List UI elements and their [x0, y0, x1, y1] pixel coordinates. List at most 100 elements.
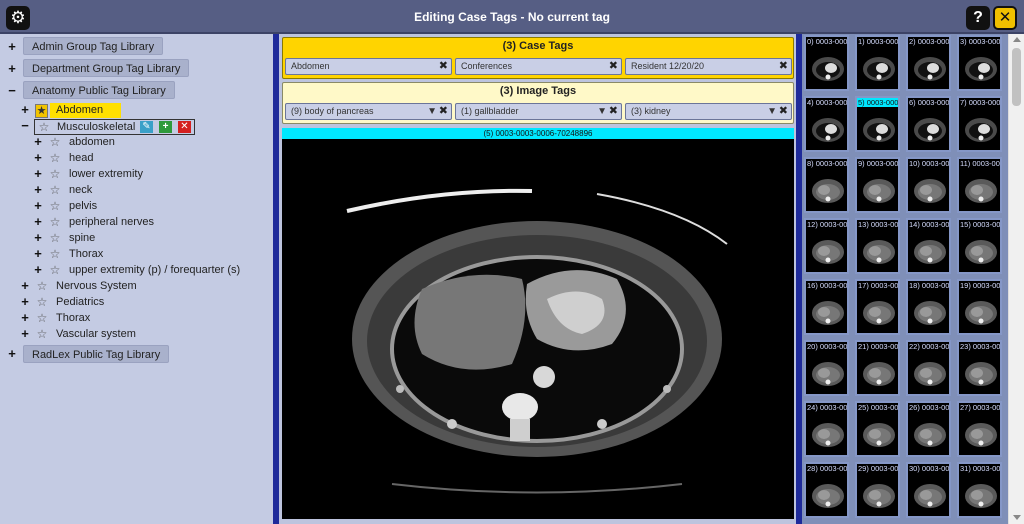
thumbnail[interactable]: 7) 0003-0003: [957, 96, 1002, 152]
expand-icon[interactable]: +: [33, 230, 43, 245]
expand-icon[interactable]: +: [20, 278, 30, 293]
expand-icon[interactable]: +: [33, 182, 43, 197]
expand-icon[interactable]: +: [33, 134, 43, 149]
remove-tag-icon[interactable]: ✖: [779, 59, 788, 74]
tree-item-label[interactable]: neck: [69, 182, 92, 198]
help-button[interactable]: ?: [966, 6, 990, 30]
star-icon[interactable]: ☆: [38, 119, 50, 135]
star-icon[interactable]: ☆: [49, 134, 61, 150]
case-tag-chip[interactable]: Abdomen ✖: [285, 58, 452, 75]
tree-item-label[interactable]: lower extremity: [69, 166, 143, 182]
delete-icon[interactable]: ✕: [178, 121, 191, 133]
thumbnail[interactable]: 6) 0003-0003: [906, 96, 951, 152]
remove-tag-icon[interactable]: ✖: [609, 104, 618, 119]
thumbnail[interactable]: 16) 0003-00: [804, 279, 849, 335]
thumbnail[interactable]: 29) 0003-00: [855, 462, 900, 518]
thumbnail[interactable]: 26) 0003-00: [906, 401, 951, 457]
star-icon[interactable]: ☆: [49, 166, 61, 182]
remove-tag-icon[interactable]: ✖: [439, 59, 448, 74]
image-tag-chip[interactable]: (3) kidney ▼ ✖: [625, 103, 792, 120]
thumbnail[interactable]: 13) 0003-00: [855, 218, 900, 274]
tree-item-label[interactable]: abdomen: [69, 134, 115, 150]
thumbnail[interactable]: 17) 0003-00: [855, 279, 900, 335]
star-icon[interactable]: ★: [35, 104, 48, 118]
tree-item-nervous-system[interactable]: Nervous System: [56, 278, 137, 294]
expand-icon[interactable]: +: [33, 214, 43, 229]
library-admin[interactable]: Admin Group Tag Library: [23, 37, 164, 55]
expand-icon[interactable]: +: [7, 61, 17, 76]
thumbnail[interactable]: 3) 0003-0003: [957, 35, 1002, 91]
star-icon[interactable]: ☆: [49, 198, 61, 214]
tree-item-abdomen[interactable]: Abdomen: [50, 103, 122, 118]
expand-icon[interactable]: +: [33, 246, 43, 261]
expand-icon[interactable]: +: [33, 150, 43, 165]
star-icon[interactable]: ☆: [36, 278, 48, 294]
library-department[interactable]: Department Group Tag Library: [23, 59, 190, 77]
expand-icon[interactable]: +: [33, 166, 43, 181]
tree-item-vascular-system[interactable]: Vascular system: [56, 326, 136, 342]
tree-item-label[interactable]: pelvis: [69, 198, 97, 214]
thumbnail[interactable]: 2) 0003-0003: [906, 35, 951, 91]
star-icon[interactable]: ☆: [49, 150, 61, 166]
expand-icon[interactable]: +: [20, 310, 30, 325]
thumbnail[interactable]: 11) 0003-00: [957, 157, 1002, 213]
thumbnail[interactable]: 12) 0003-00: [804, 218, 849, 274]
scroll-thumb[interactable]: [1012, 48, 1021, 106]
thumbnail[interactable]: 5) 0003-0003: [855, 96, 900, 152]
expand-icon[interactable]: +: [33, 198, 43, 213]
expand-icon[interactable]: +: [7, 346, 17, 361]
library-anatomy[interactable]: Anatomy Public Tag Library: [23, 81, 175, 99]
remove-tag-icon[interactable]: ✖: [439, 104, 448, 119]
thumbnail[interactable]: 31) 0003-00: [957, 462, 1002, 518]
star-icon[interactable]: ☆: [49, 214, 61, 230]
star-icon[interactable]: ☆: [49, 182, 61, 198]
tree-item-musculoskeletal[interactable]: ☆ Musculoskeletal ✎ + ✕: [34, 119, 195, 135]
star-icon[interactable]: ☆: [49, 262, 61, 278]
scroll-up-icon[interactable]: [1013, 37, 1021, 42]
thumbnail[interactable]: 25) 0003-00: [855, 401, 900, 457]
thumbnail[interactable]: 15) 0003-00: [957, 218, 1002, 274]
library-radlex[interactable]: RadLex Public Tag Library: [23, 345, 170, 363]
filter-icon[interactable]: ▼: [427, 104, 437, 119]
image-tag-chip[interactable]: (1) gallbladder ▼ ✖: [455, 103, 622, 120]
tree-item-label[interactable]: spine: [69, 230, 95, 246]
collapse-icon[interactable]: −: [20, 118, 30, 133]
thumbnail[interactable]: 28) 0003-00: [804, 462, 849, 518]
close-button[interactable]: ✕: [993, 6, 1017, 30]
add-icon[interactable]: +: [159, 121, 172, 133]
edit-icon[interactable]: ✎: [140, 121, 153, 133]
thumbnail[interactable]: 19) 0003-00: [957, 279, 1002, 335]
thumbnail[interactable]: 8) 0003-000: [804, 157, 849, 213]
thumbnail[interactable]: 27) 0003-00: [957, 401, 1002, 457]
case-tag-chip[interactable]: Resident 12/20/20 ✖: [625, 58, 792, 75]
tree-item-pediatrics[interactable]: Pediatrics: [56, 294, 104, 310]
remove-tag-icon[interactable]: ✖: [609, 59, 618, 74]
scroll-down-icon[interactable]: [1013, 515, 1021, 520]
expand-icon[interactable]: +: [7, 39, 17, 54]
case-tag-chip[interactable]: Conferences ✖: [455, 58, 622, 75]
scrollbar[interactable]: [1008, 34, 1024, 524]
thumbnail[interactable]: 30) 0003-00: [906, 462, 951, 518]
tree-item-label[interactable]: head: [69, 150, 93, 166]
thumbnail[interactable]: 1) 0003-0003: [855, 35, 900, 91]
tree-item-label[interactable]: upper extremity (p) / forequarter (s): [69, 262, 240, 278]
thumbnail[interactable]: 22) 0003-00: [906, 340, 951, 396]
expand-icon[interactable]: +: [20, 102, 30, 117]
star-icon[interactable]: ☆: [36, 326, 48, 342]
thumbnail[interactable]: 23) 0003-00: [957, 340, 1002, 396]
star-icon[interactable]: ☆: [49, 246, 61, 262]
filter-icon[interactable]: ▼: [597, 104, 607, 119]
remove-tag-icon[interactable]: ✖: [779, 104, 788, 119]
star-icon[interactable]: ☆: [36, 294, 48, 310]
tree-item-label[interactable]: Thorax: [69, 246, 103, 262]
thumbnail[interactable]: 4) 0003-0003: [804, 96, 849, 152]
expand-icon[interactable]: +: [33, 262, 43, 277]
thumbnail[interactable]: 10) 0003-00: [906, 157, 951, 213]
tree-item-label[interactable]: peripheral nerves: [69, 214, 154, 230]
thumbnail[interactable]: 14) 0003-00: [906, 218, 951, 274]
thumbnail[interactable]: 24) 0003-00: [804, 401, 849, 457]
image-tag-chip[interactable]: (9) body of pancreas ▼ ✖: [285, 103, 452, 120]
tree-item-thorax[interactable]: Thorax: [56, 310, 90, 326]
thumbnail[interactable]: 18) 0003-00: [906, 279, 951, 335]
expand-icon[interactable]: +: [20, 326, 30, 341]
